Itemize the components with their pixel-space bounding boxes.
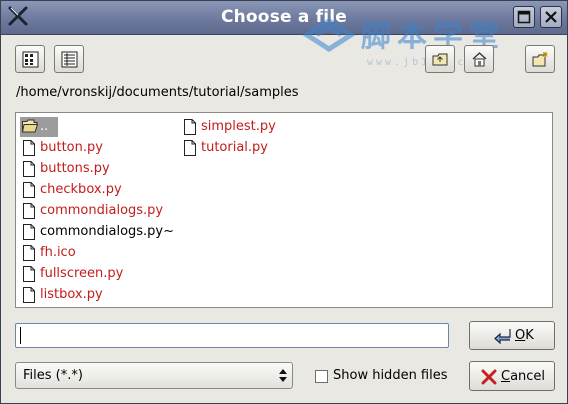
new-folder-button[interactable]: [525, 45, 555, 73]
icon-view-button[interactable]: [15, 45, 45, 73]
home-icon: [472, 52, 487, 67]
file-icon: [22, 266, 36, 286]
file-name: tutorial.py: [201, 140, 268, 155]
file-icon: [22, 161, 36, 181]
file-icon: [22, 224, 36, 244]
file-icon: [22, 245, 36, 265]
ok-arrow-icon: [494, 329, 511, 344]
current-path: /home/vronskij/documents/tutorial/sample…: [16, 85, 299, 100]
maximize-icon: [517, 10, 531, 24]
window-title: Choose a file: [220, 7, 348, 27]
file-name: button.py: [40, 140, 103, 155]
filename-input[interactable]: [15, 323, 449, 348]
file-icon: [183, 119, 197, 139]
file-icon: [22, 140, 36, 160]
ok-button[interactable]: OK: [469, 321, 555, 350]
show-hidden-label[interactable]: Show hidden files: [333, 368, 448, 383]
show-hidden-checkbox[interactable]: [315, 370, 328, 383]
parent-folder-button[interactable]: [425, 45, 455, 73]
file-icon: [22, 287, 36, 307]
file-name: fullscreen.py: [40, 266, 124, 281]
cancel-mnemonic: C: [501, 369, 511, 384]
text-caret: [20, 327, 21, 344]
file-name: simplest.py: [201, 119, 276, 134]
ok-mnemonic: O: [515, 328, 526, 343]
file-name: listbox.py: [40, 287, 103, 302]
ok-label: OK: [515, 328, 534, 343]
detail-view-button[interactable]: [54, 45, 84, 73]
file-type-filter[interactable]: Files (*.*): [15, 362, 293, 389]
maximize-button[interactable]: [513, 6, 535, 28]
cancel-button[interactable]: Cancel: [469, 361, 555, 391]
close-button[interactable]: [540, 6, 562, 28]
file-chooser-dialog: Choose a file 脚本学堂 www.jb100.com: [0, 0, 568, 404]
file-name: fh.ico: [40, 245, 76, 260]
file-type-filter-value: Files (*.*): [23, 368, 83, 383]
cancel-label-rest: ancel: [510, 369, 546, 384]
ok-label-rest: K: [525, 328, 534, 343]
close-icon: [545, 11, 557, 23]
home-button[interactable]: [464, 45, 494, 73]
detail-view-icon: [61, 51, 78, 68]
file-icon: [22, 182, 36, 202]
title-bar[interactable]: Choose a file: [1, 1, 567, 35]
file-name: ..: [40, 119, 49, 134]
file-name: commondialogs.py~: [40, 224, 175, 239]
file-name: checkbox.py: [40, 182, 122, 197]
file-icon: [183, 140, 197, 160]
folder-icon: [21, 119, 39, 137]
cancel-label: Cancel: [501, 369, 545, 384]
file-name: commondialogs.py: [40, 203, 164, 218]
cancel-x-icon: [481, 369, 497, 385]
icon-view-icon: [22, 51, 39, 68]
parent-folder-icon: [432, 53, 448, 66]
file-name: buttons.py: [40, 161, 110, 176]
combo-arrows-icon: [279, 369, 287, 382]
file-list[interactable]: .. button.py buttons.py checkbox.py commondi…: [15, 112, 553, 308]
file-icon: [22, 203, 36, 223]
new-folder-icon: [532, 52, 548, 67]
